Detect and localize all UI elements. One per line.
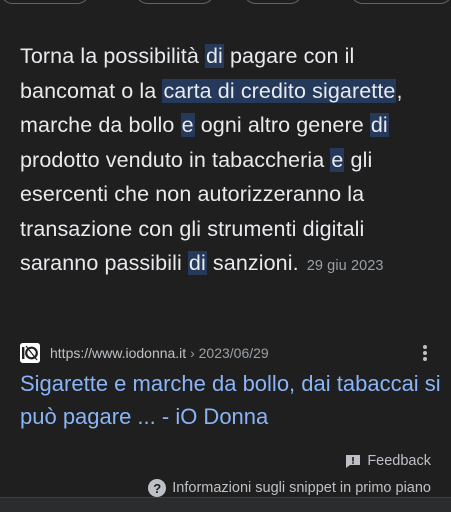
feedback-flag-icon	[346, 454, 361, 468]
filter-chip[interactable]	[0, 0, 90, 4]
snippet-highlight: e	[330, 147, 345, 172]
filter-chips-row	[0, 0, 451, 4]
feedback-button[interactable]: Feedback	[345, 453, 431, 469]
snippet-info-link[interactable]: ? Informazioni sugli snippet in primo pi…	[148, 479, 431, 497]
snippet-highlight: di	[187, 251, 207, 275]
result-domain: https://www.iodonna.it	[50, 345, 187, 361]
snippet-date: 29 giu 2023	[306, 258, 384, 274]
result-url: https://www.iodonna.it › 2023/06/29	[50, 345, 269, 361]
snippet-text: prodotto venduto in tabaccheria	[20, 147, 331, 172]
snippet-info-label: Informazioni sugli snippet in primo pian…	[172, 480, 431, 496]
result-source[interactable]: https://www.iodonna.it › 2023/06/29	[20, 341, 440, 365]
filter-chip[interactable]	[135, 0, 215, 4]
search-results-page: Torna la possibilità di pagare con il ba…	[0, 0, 451, 512]
filter-chip[interactable]	[350, 0, 451, 4]
snippet-text: sanzioni.	[206, 251, 299, 275]
result-breadcrumb: 2023/06/29	[198, 345, 269, 361]
result-title-link[interactable]: Sigarette e marche da bollo, dai tabacca…	[20, 367, 445, 433]
help-circle-icon: ?	[148, 479, 167, 497]
feedback-label: Feedback	[367, 453, 431, 469]
breadcrumb-separator: ›	[190, 345, 195, 361]
featured-snippet-text: Torna la possibilità di pagare con il ba…	[20, 39, 440, 284]
filter-chip[interactable]	[243, 0, 303, 4]
snippet-body: Torna la possibilità di pagare con il ba…	[20, 44, 403, 275]
snippet-highlight: di	[204, 44, 224, 68]
iodonna-logo-icon	[20, 343, 40, 363]
snippet-highlight: carta di credito sigarette	[162, 78, 397, 103]
snippet-text: Torna la possibilità	[20, 44, 205, 68]
snippet-highlight: di	[369, 113, 389, 137]
snippet-text: ogni altro genere	[194, 113, 370, 137]
bottom-bar	[0, 497, 451, 512]
snippet-highlight: e	[180, 113, 195, 137]
more-vert-icon[interactable]	[418, 343, 432, 363]
